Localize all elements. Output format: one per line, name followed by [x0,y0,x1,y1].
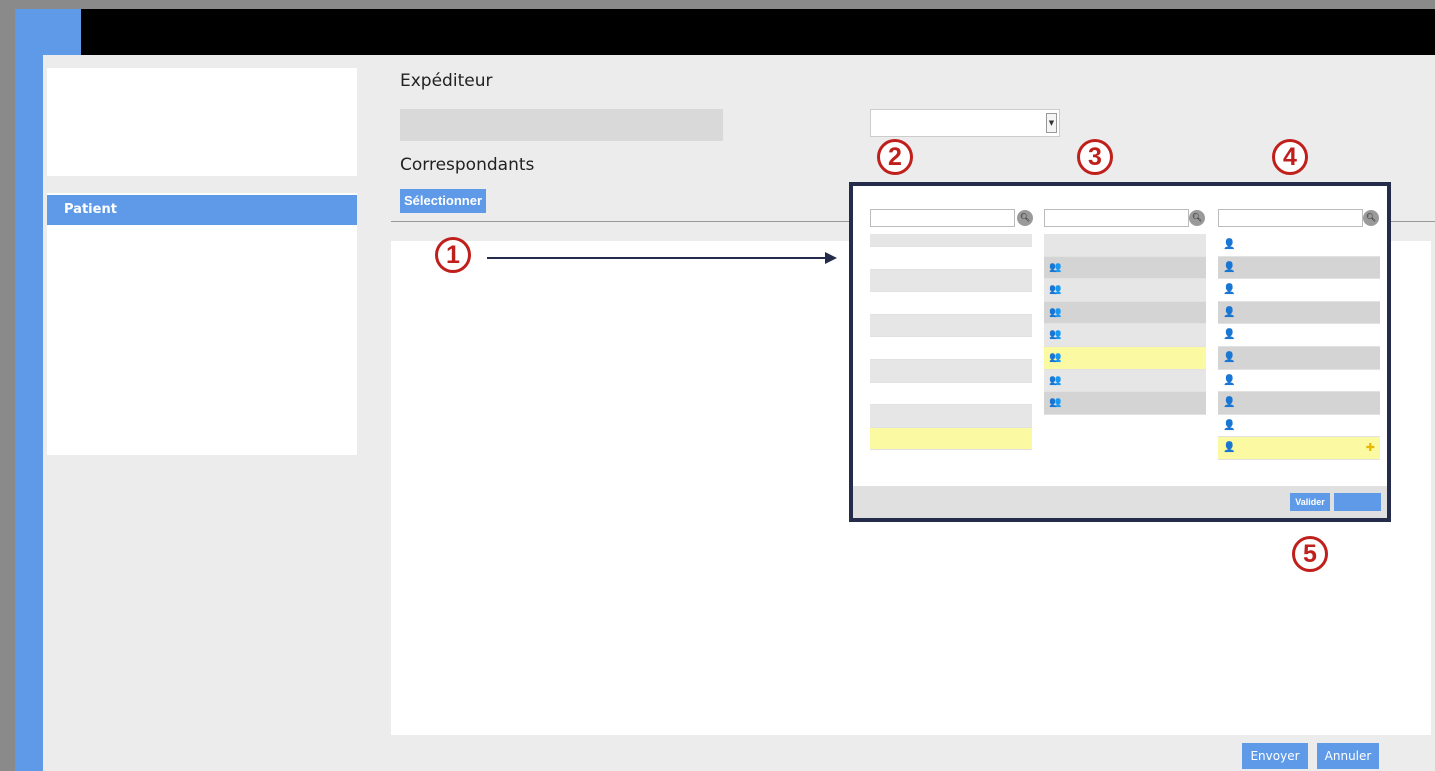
list-item[interactable] [870,292,1032,315]
list-item-selected[interactable] [870,427,1032,451]
top-bar-accent [43,9,81,55]
column2-search-input[interactable] [1044,209,1189,227]
callout-5: 5 [1292,536,1328,572]
user-icon: 👤 [1223,329,1236,341]
list-item[interactable] [870,314,1032,338]
list-item[interactable] [870,234,1032,247]
list-item[interactable] [870,405,1032,428]
correspondent-selector-popup: 🔍︎ 🔍︎ 👥 👥 👥 👥 👥 👥 👥 🔍︎ 👤 👤 👤 👤 👤 👤 👤 👤 👤… [849,182,1391,522]
sidebar-header-panel [47,68,357,176]
list-item[interactable] [870,359,1032,383]
user-icon: 👤 [1223,442,1236,454]
user-icon: 👤 [1223,397,1236,409]
callout-arrow-line [487,257,827,259]
correspondants-title: Correspondants [400,155,535,175]
column2-list: 👥 👥 👥 👥 👥 👥 👥 [1044,234,1206,415]
user-icon: 👤 [1223,374,1236,386]
add-icon[interactable]: ✚ [1366,437,1375,459]
search-icon[interactable]: 🔍︎ [1363,210,1379,226]
callout-3: 3 [1077,139,1113,175]
sender-title: Expéditeur [400,71,493,91]
callout-1: 1 [435,237,471,273]
user-icon: 👤 [1223,351,1236,363]
top-bar [81,9,1435,55]
list-item[interactable]: 👤 [1218,234,1380,257]
list-item[interactable]: 👤 [1218,369,1380,393]
list-item[interactable]: 👤 [1218,279,1380,302]
send-button[interactable]: Envoyer [1242,743,1308,769]
list-item[interactable]: 👥 [1044,256,1206,280]
recipient-select[interactable]: ▼ [870,109,1060,137]
list-item[interactable]: 👥 [1044,301,1206,325]
list-item[interactable] [1044,234,1206,257]
list-item[interactable] [870,382,1032,406]
left-accent-strip [15,9,43,771]
column3-search-input[interactable] [1218,209,1363,227]
list-item[interactable] [870,269,1032,293]
list-item[interactable]: 👥 [1044,324,1206,347]
group-icon: 👥 [1049,306,1062,318]
list-item[interactable]: 👤 [1218,392,1380,415]
validate-button[interactable]: Valider [1290,493,1330,511]
list-item[interactable] [870,247,1032,270]
callout-4: 4 [1272,139,1308,175]
dropdown-arrow-icon[interactable]: ▼ [1046,113,1057,133]
select-button[interactable]: Sélectionner [400,189,487,213]
list-item[interactable]: 👤 [1218,256,1380,280]
column3-list: 👤 👤 👤 👤 👤 👤 👤 👤 👤 👤 ✚ [1218,234,1380,460]
list-item[interactable]: 👥 [1044,392,1206,415]
column1-list [870,234,1032,451]
list-item-selected[interactable]: 👤 ✚ [1218,437,1380,460]
group-icon: 👥 [1049,284,1062,296]
user-icon: 👤 [1223,284,1236,296]
search-icon[interactable]: 🔍︎ [1189,210,1205,226]
popup-secondary-button[interactable] [1334,493,1381,511]
list-item-selected[interactable]: 👥 [1044,346,1206,370]
search-icon[interactable]: 🔍︎ [1017,210,1033,226]
group-icon: 👥 [1049,261,1062,273]
group-icon: 👥 [1049,397,1062,409]
user-icon: 👤 [1223,261,1236,273]
group-icon: 👥 [1049,374,1062,386]
user-icon: 👤 [1223,306,1236,318]
user-icon: 👤 [1223,419,1236,431]
list-item[interactable] [870,337,1032,360]
column1-search-input[interactable] [870,209,1015,227]
sidebar-item-patient[interactable]: Patient [47,195,357,225]
list-item[interactable]: 👤 [1218,414,1380,438]
sidebar: Patient [47,193,357,455]
list-item[interactable]: 👥 [1044,279,1206,302]
list-item[interactable]: 👤 [1218,301,1380,325]
cancel-button[interactable]: Annuler [1317,743,1379,769]
user-icon: 👤 [1223,239,1236,250]
app-window: Patient Expéditeur ▼ Correspondants Séle… [15,9,1435,771]
callout-arrowhead-icon [825,252,837,264]
callout-2: 2 [877,139,913,175]
sender-field[interactable] [400,109,723,141]
list-item[interactable]: 👤 [1218,324,1380,347]
group-icon: 👥 [1049,329,1062,341]
list-item[interactable]: 👤 [1218,346,1380,370]
list-item[interactable]: 👥 [1044,369,1206,393]
group-icon: 👥 [1049,351,1062,363]
